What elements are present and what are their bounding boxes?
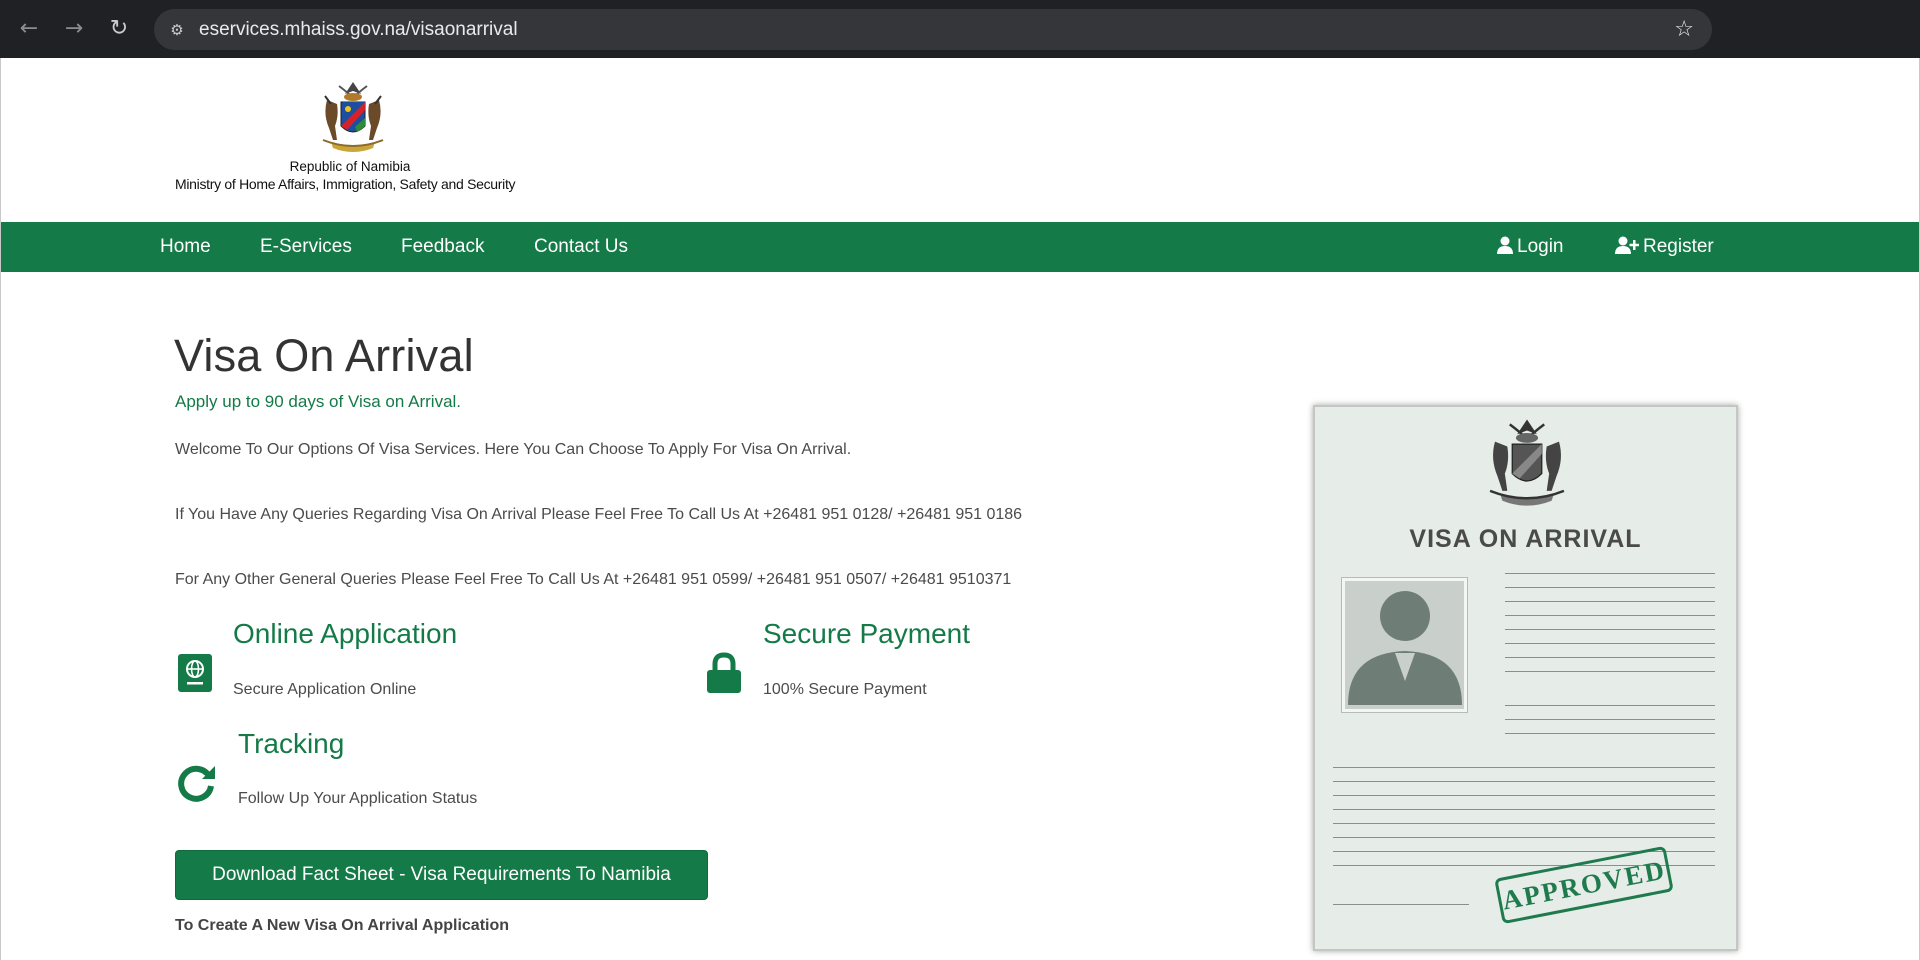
page-subtitle: Apply up to 90 days of Visa on Arrival.	[175, 392, 462, 411]
user-icon	[1497, 236, 1513, 254]
secure-payment-text: 100% Secure Payment	[763, 681, 927, 698]
lock-icon	[707, 652, 741, 693]
coat-of-arms-emblem	[1489, 419, 1565, 506]
user-plus-icon	[1615, 236, 1639, 254]
visa-card-illustration: VISA ON ARRIVAL APPROVED	[1313, 405, 1738, 951]
login-link[interactable]: Login	[1497, 222, 1564, 272]
secure-payment-title: Secure Payment	[763, 618, 970, 649]
refresh-icon	[178, 765, 215, 802]
namibia-coat-of-arms-logo	[322, 82, 384, 152]
applicant-photo-placeholder	[1341, 577, 1468, 713]
forward-arrow-icon[interactable]: →	[59, 14, 89, 44]
nav-feedback[interactable]: Feedback	[401, 222, 484, 272]
main-navbar: Home E-Services Feedback Contact Us Logi…	[1, 222, 1919, 272]
reload-icon[interactable]: ↻	[104, 14, 134, 44]
address-bar[interactable]: ⚙ eservices.mhaiss.gov.na/visaonarrival …	[154, 9, 1712, 50]
site-info-icon[interactable]: ⚙	[166, 19, 188, 41]
tracking-title: Tracking	[238, 728, 345, 759]
create-application-heading: To Create A New Visa On Arrival Applicat…	[175, 917, 510, 934]
nav-eservices[interactable]: E-Services	[260, 222, 352, 272]
visa-queries-text: If You Have Any Queries Regarding Visa O…	[175, 506, 1023, 523]
browser-toolbar: ← → ↻ ⚙ eservices.mhaiss.gov.na/visaonar…	[0, 0, 1920, 58]
online-application-title: Online Application	[233, 618, 458, 649]
visa-card-title: VISA ON ARRIVAL	[1409, 525, 1642, 553]
general-queries-text: For Any Other General Queries Please Fee…	[175, 571, 1012, 588]
bookmark-star-icon[interactable]: ☆	[1674, 17, 1694, 42]
tracking-text: Follow Up Your Application Status	[238, 790, 478, 807]
page-title: Visa On Arrival	[174, 330, 474, 381]
passport-icon	[178, 654, 212, 692]
login-label: Login	[1517, 236, 1564, 257]
nav-home[interactable]: Home	[160, 222, 211, 272]
back-arrow-icon[interactable]: ←	[14, 14, 44, 44]
download-fact-sheet-button[interactable]: Download Fact Sheet - Visa Requirements …	[175, 850, 708, 900]
url-text[interactable]: eservices.mhaiss.gov.na/visaonarrival	[199, 19, 518, 41]
ministry-name: Ministry of Home Affairs, Immigration, S…	[175, 176, 516, 192]
web-page: Republic of Namibia Ministry of Home Aff…	[0, 58, 1920, 960]
approved-stamp: APPROVED	[1494, 845, 1674, 925]
register-link[interactable]: Register	[1615, 222, 1714, 272]
register-label: Register	[1643, 236, 1714, 257]
person-silhouette-icon	[1348, 591, 1462, 705]
republic-name: Republic of Namibia	[289, 159, 411, 174]
nav-contact-us[interactable]: Contact Us	[534, 222, 628, 272]
site-header: Republic of Namibia Ministry of Home Aff…	[1, 58, 1919, 222]
welcome-text: Welcome To Our Options Of Visa Services.…	[175, 441, 852, 458]
online-application-text: Secure Application Online	[233, 681, 417, 698]
